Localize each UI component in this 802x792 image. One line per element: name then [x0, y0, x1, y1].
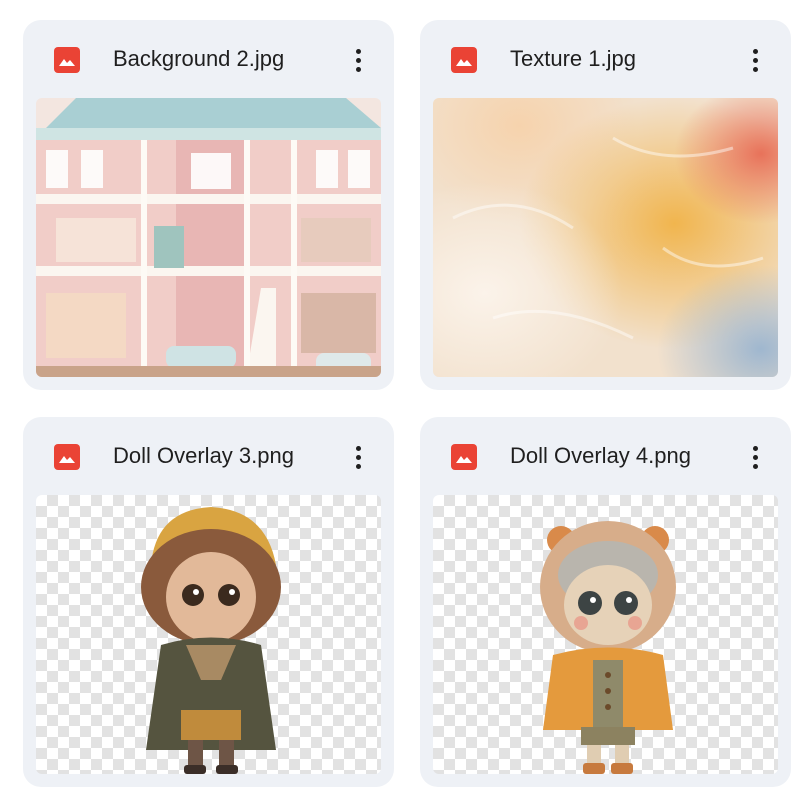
more-options-button[interactable] [340, 42, 376, 78]
file-name: Doll Overlay 4.png [510, 443, 691, 468]
file-thumbnail[interactable] [433, 495, 778, 774]
file-card-header: Texture 1.jpg [420, 20, 791, 98]
file-card-header: Background 2.jpg [23, 20, 394, 98]
image-file-icon [54, 444, 80, 470]
image-file-icon [451, 47, 477, 73]
file-name: Texture 1.jpg [510, 46, 636, 71]
file-card[interactable]: Background 2.jpg [23, 20, 394, 390]
file-thumbnail[interactable] [36, 495, 381, 774]
file-card-header: Doll Overlay 3.png [23, 417, 394, 495]
file-card-header: Doll Overlay 4.png [420, 417, 791, 495]
more-options-button[interactable] [737, 42, 773, 78]
image-file-icon [54, 47, 80, 73]
file-thumbnail[interactable] [433, 98, 778, 377]
more-options-button[interactable] [340, 439, 376, 475]
file-card[interactable]: Doll Overlay 3.png [23, 417, 394, 787]
more-options-button[interactable] [737, 439, 773, 475]
file-card[interactable]: Texture 1.jpg [420, 20, 791, 390]
image-file-icon [451, 444, 477, 470]
file-thumbnail[interactable] [36, 98, 381, 377]
file-card[interactable]: Doll Overlay 4.png [420, 417, 791, 787]
file-name: Doll Overlay 3.png [113, 443, 294, 468]
file-name: Background 2.jpg [113, 46, 285, 71]
